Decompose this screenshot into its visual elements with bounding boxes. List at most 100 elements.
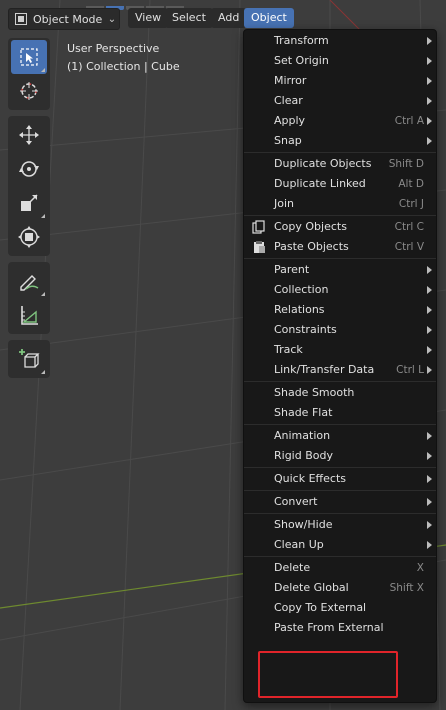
- submenu-arrow-icon: [427, 306, 432, 314]
- menu-item-icon-slot: [244, 598, 274, 618]
- menu-item-quick-effects[interactable]: Quick Effects: [244, 469, 436, 489]
- viewport-collection-label: (1) Collection | Cube: [67, 60, 180, 73]
- menu-item-shade-smooth[interactable]: Shade Smooth: [244, 383, 436, 403]
- transform-tool[interactable]: [11, 220, 47, 254]
- submenu-arrow-icon: [427, 475, 432, 483]
- menu-item-icon-slot: [244, 360, 274, 380]
- submenu-arrow-icon: [427, 286, 432, 294]
- menu-item-apply[interactable]: Apply Ctrl A: [244, 111, 436, 131]
- menu-item-label: Duplicate Linked: [274, 177, 366, 190]
- menu-item-label: Paste Objects: [274, 240, 349, 253]
- menu-item-link-transfer-data[interactable]: Link/Transfer Data Ctrl L: [244, 360, 436, 380]
- menu-item-icon-slot: [244, 446, 274, 466]
- menu-view[interactable]: View: [128, 8, 169, 28]
- menu-item-label: Convert: [274, 495, 318, 508]
- object-mode-select[interactable]: Object Mode ⌄: [8, 8, 120, 30]
- submenu-arrow-icon: [427, 37, 432, 45]
- menu-item-paste-from-external[interactable]: Paste From External: [244, 618, 436, 638]
- menu-section: Animation Rigid Body: [244, 425, 436, 468]
- menu-object[interactable]: Object: [244, 8, 294, 28]
- menu-item-duplicate-objects[interactable]: Duplicate Objects Shift D: [244, 154, 436, 174]
- menu-item-copy-objects[interactable]: Copy Objects Ctrl C: [244, 217, 436, 237]
- menu-item-duplicate-linked[interactable]: Duplicate Linked Alt D: [244, 174, 436, 194]
- menu-section: Convert: [244, 491, 436, 514]
- menu-item-label: Join: [274, 197, 295, 210]
- annotate-tool[interactable]: [11, 264, 47, 298]
- submenu-arrow-icon: [427, 498, 432, 506]
- measure-tool[interactable]: [11, 298, 47, 332]
- annotate-icon: [20, 275, 39, 291]
- menu-item-shortcut: Shift X: [389, 582, 424, 594]
- menu-item-icon-slot: [244, 618, 274, 638]
- add-cube-tool[interactable]: [11, 342, 47, 376]
- menu-item-set-origin[interactable]: Set Origin: [244, 51, 436, 71]
- menu-item-delete[interactable]: Delete X: [244, 558, 436, 578]
- menu-item-label: Collection: [274, 283, 329, 296]
- tool-options-corner: [41, 68, 45, 72]
- menu-section: Show/Hide Clean Up: [244, 514, 436, 557]
- menu-item-icon-slot: [244, 300, 274, 320]
- menu-section: Duplicate Objects Shift D Duplicate Linked…: [244, 153, 436, 216]
- menu-item-snap[interactable]: Snap: [244, 131, 436, 151]
- menu-item-icon-slot: [244, 535, 274, 555]
- menu-item-relations[interactable]: Relations: [244, 300, 436, 320]
- menu-item-label: Parent: [274, 263, 310, 276]
- menu-item-constraints[interactable]: Constraints: [244, 320, 436, 340]
- menu-item-rigid-body[interactable]: Rigid Body: [244, 446, 436, 466]
- submenu-arrow-icon: [427, 57, 432, 65]
- menu-item-label: Set Origin: [274, 54, 329, 67]
- object-mode-label: Object Mode: [33, 12, 103, 26]
- menu-item-label: Clear: [274, 94, 303, 107]
- menu-item-mirror[interactable]: Mirror: [244, 71, 436, 91]
- submenu-arrow-icon: [427, 77, 432, 85]
- menu-item-clean-up[interactable]: Clean Up: [244, 535, 436, 555]
- menu-item-label: Shade Flat: [274, 406, 333, 419]
- menu-item-track[interactable]: Track: [244, 340, 436, 360]
- menu-select[interactable]: Select: [165, 8, 213, 28]
- scale-tool[interactable]: [11, 186, 47, 220]
- menu-item-join[interactable]: Join Ctrl J: [244, 194, 436, 214]
- menu-item-shortcut: Alt D: [398, 178, 424, 190]
- menu-item-paste-objects[interactable]: Paste Objects Ctrl V: [244, 237, 436, 257]
- menu-add[interactable]: Add: [211, 8, 247, 28]
- menu-item-shortcut: Ctrl C: [394, 221, 424, 233]
- cursor-tool[interactable]: [11, 74, 47, 108]
- tool-options-corner: [41, 292, 45, 296]
- viewport-perspective-label: User Perspective: [67, 42, 160, 55]
- submenu-arrow-icon: [427, 432, 432, 440]
- chevron-down-icon: ⌄: [107, 13, 117, 25]
- move-icon: [19, 125, 39, 145]
- menu-item-icon-slot: [244, 340, 274, 360]
- move-tool[interactable]: [11, 118, 47, 152]
- select-box-tool[interactable]: [11, 40, 47, 74]
- menu-item-icon-slot: [244, 515, 274, 535]
- menu-item-collection[interactable]: Collection: [244, 280, 436, 300]
- menu-item-transform[interactable]: Transform: [244, 31, 436, 51]
- menu-item-label: Shade Smooth: [274, 386, 355, 399]
- tool-group-select: [8, 38, 50, 110]
- menu-item-label: Quick Effects: [274, 472, 346, 485]
- rotate-tool[interactable]: [11, 152, 47, 186]
- menu-item-copy-to-external[interactable]: Copy To External: [244, 598, 436, 618]
- menu-item-clear[interactable]: Clear: [244, 91, 436, 111]
- submenu-arrow-icon: [427, 366, 432, 374]
- submenu-arrow-icon: [427, 541, 432, 549]
- menu-item-shade-flat[interactable]: Shade Flat: [244, 403, 436, 423]
- scale-icon: [21, 194, 38, 211]
- menu-item-parent[interactable]: Parent: [244, 260, 436, 280]
- menu-item-shortcut: Ctrl J: [398, 198, 424, 210]
- menu-item-delete-global[interactable]: Delete Global Shift X: [244, 578, 436, 598]
- menu-item-icon-slot: [244, 280, 274, 300]
- tool-options-corner: [41, 370, 45, 374]
- menu-item-label: Mirror: [274, 74, 307, 87]
- menu-item-icon-slot: [244, 426, 274, 446]
- menu-section: Copy Objects Ctrl C Paste Objects Ctrl V: [244, 216, 436, 259]
- menu-item-animation[interactable]: Animation: [244, 426, 436, 446]
- menu-item-label: Link/Transfer Data: [274, 363, 375, 376]
- menu-item-convert[interactable]: Convert: [244, 492, 436, 512]
- menu-item-label: Snap: [274, 134, 302, 147]
- menu-item-icon-slot: [244, 174, 274, 194]
- object-menu: Transform Set Origin Mirror Clear Apply Ctrl …: [243, 29, 437, 703]
- menu-item-show-hide[interactable]: Show/Hide: [244, 515, 436, 535]
- viewport-info: User Perspective (1) Collection | Cube: [67, 40, 180, 76]
